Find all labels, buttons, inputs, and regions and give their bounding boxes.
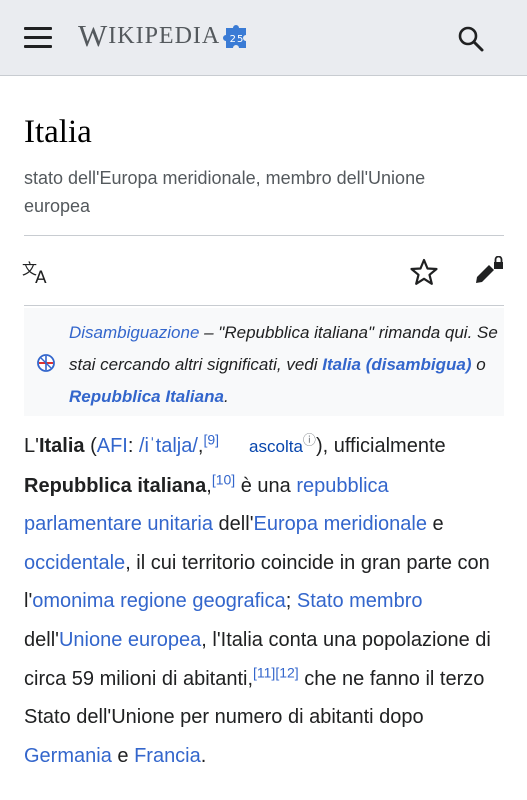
- italia-disambigua-link[interactable]: Italia (disambigua): [322, 355, 471, 374]
- search-icon: [458, 26, 484, 52]
- ipa-link[interactable]: /iˈtalja/: [139, 435, 198, 457]
- listen-link[interactable]: ascolta: [249, 437, 303, 456]
- text: ;: [285, 590, 297, 613]
- hatnote-text: Disambiguazione – "Repubblica italiana" …: [69, 317, 499, 413]
- wikipedia-wordmark[interactable]: W IKIPEDIA 25: [78, 18, 254, 54]
- hatnote-text-part: o: [471, 355, 486, 374]
- menu-icon-line: [24, 45, 52, 48]
- disambiguation-hatnote: Disambiguazione – "Repubblica italiana" …: [24, 308, 504, 416]
- wordmark-w: W: [78, 18, 109, 53]
- article-link[interactable]: Stato membro: [297, 590, 423, 612]
- info-icon[interactable]: ⓘ: [303, 432, 316, 447]
- article-link[interactable]: Europa meridionale: [254, 513, 427, 535]
- text: L': [24, 435, 39, 457]
- puzzle-25-icon: 25: [223, 25, 247, 48]
- reference-link[interactable]: [11]: [253, 664, 275, 680]
- reference-link[interactable]: [10]: [212, 471, 235, 487]
- afi-link[interactable]: AFI: [97, 435, 128, 457]
- reference-link[interactable]: [9]: [203, 431, 219, 447]
- menu-icon-line: [24, 27, 52, 30]
- article-link[interactable]: Germania: [24, 745, 112, 767]
- text: e: [426, 513, 444, 536]
- translate-icon: 文 A: [22, 260, 47, 288]
- hatnote-text-part: .: [223, 387, 229, 406]
- text: dell': [213, 513, 254, 536]
- puzzle-badge-text: 25: [230, 34, 245, 45]
- repubblica-italiana-link[interactable]: Repubblica Italiana: [69, 387, 224, 406]
- svg-text:A: A: [35, 268, 47, 286]
- article-link[interactable]: Unione europea: [59, 629, 201, 651]
- disambiguation-icon: [37, 354, 55, 372]
- watch-button[interactable]: [409, 257, 439, 292]
- page-tagline: stato dell'Europa meridionale, membro de…: [24, 168, 426, 216]
- language-button[interactable]: 文 A: [22, 258, 54, 291]
- text: .: [200, 744, 207, 767]
- text: :: [127, 435, 139, 457]
- disambiguazione-link[interactable]: Disambiguazione: [69, 323, 199, 342]
- article-link[interactable]: Francia: [134, 745, 201, 767]
- menu-icon-line: [24, 36, 52, 39]
- bold-term: Italia: [38, 435, 85, 457]
- text: (: [84, 435, 97, 457]
- header-bar: W IKIPEDIA 25: [0, 0, 527, 76]
- edit-lock-icon: [476, 255, 503, 283]
- edit-protected-button[interactable]: [472, 255, 506, 293]
- menu-button[interactable]: [24, 27, 52, 49]
- bold-term: Repubblica italiana: [24, 474, 207, 497]
- article-link[interactable]: omonima regione geografica: [32, 590, 286, 612]
- wordmark-middle: IKIPEDIA: [108, 22, 221, 49]
- reference-link[interactable]: [12]: [275, 664, 298, 680]
- divider: [24, 305, 504, 306]
- star-icon: [410, 258, 438, 285]
- text: e: [111, 744, 135, 767]
- search-button[interactable]: [456, 24, 486, 54]
- text: dell': [24, 628, 59, 651]
- article-link[interactable]: occidentale: [24, 552, 125, 574]
- page-title: Italia: [24, 114, 92, 150]
- text: è una: [235, 474, 297, 497]
- divider: [24, 235, 504, 236]
- text: ), ufficialmente: [315, 435, 446, 457]
- lead-paragraph: L'Italia (AFI: /iˈtalja/,[9] ascoltaⓘ), u…: [24, 427, 504, 775]
